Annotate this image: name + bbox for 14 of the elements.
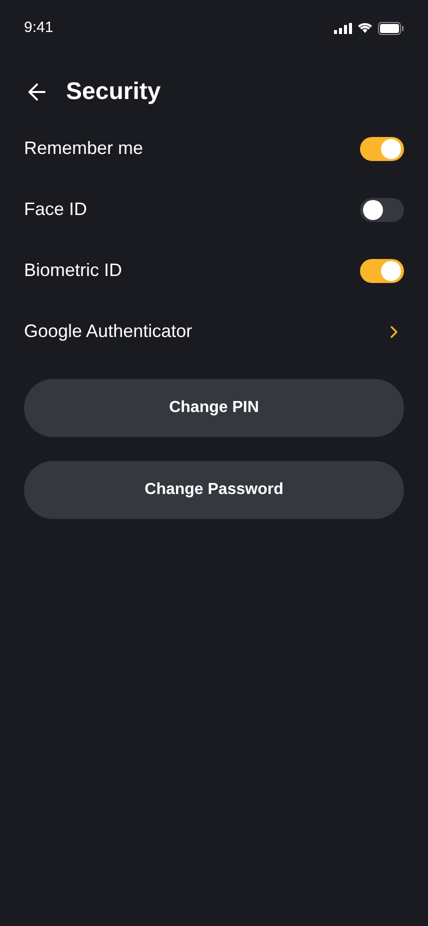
setting-label: Face ID (24, 198, 88, 221)
signal-icon (334, 22, 352, 34)
action-button[interactable]: Change PIN (24, 379, 404, 437)
setting-label: Remember me (24, 137, 144, 160)
toggle-switch[interactable] (360, 258, 404, 282)
action-button[interactable]: Change Password (24, 461, 404, 519)
setting-label: Biometric ID (24, 259, 122, 282)
page-title: Security (66, 77, 161, 107)
toggle-switch[interactable] (360, 136, 404, 160)
status-time: 9:41 (24, 18, 54, 38)
wifi-icon (357, 22, 373, 34)
battery-icon (378, 22, 404, 34)
setting-label: Google Authenticator (24, 320, 192, 343)
toggle-switch[interactable] (360, 198, 404, 222)
